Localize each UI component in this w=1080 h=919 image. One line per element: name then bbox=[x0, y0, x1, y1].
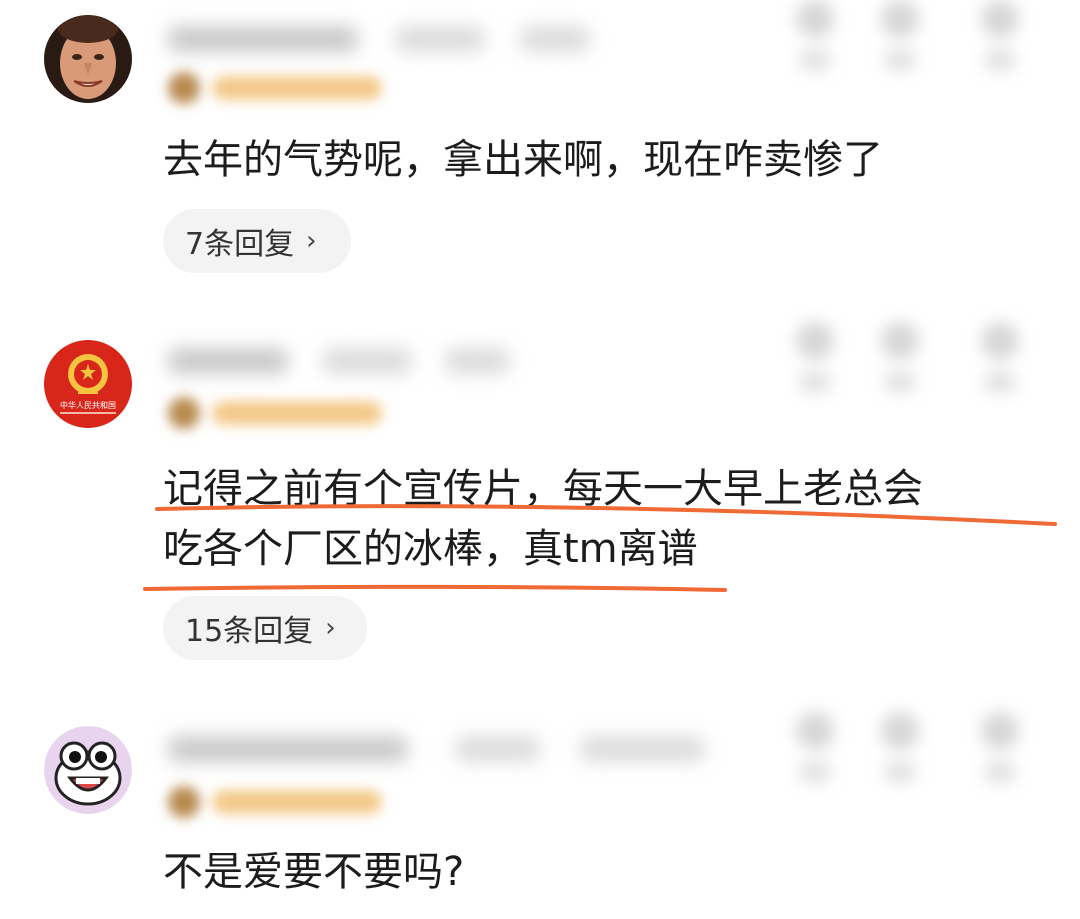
badge-icon bbox=[168, 786, 200, 818]
cartoon-face-avatar-icon bbox=[44, 726, 132, 814]
comment-item: 去年的气势呢，拿出来啊，现在咋卖惨了 7条回复 › bbox=[0, 0, 1080, 300]
face-photo-avatar-icon bbox=[44, 15, 132, 103]
username-blurred[interactable] bbox=[168, 26, 358, 52]
like-action-blurred[interactable] bbox=[975, 322, 1025, 402]
timestamp-blurred bbox=[322, 348, 412, 374]
badge-icon bbox=[168, 397, 200, 429]
dislike-action-blurred[interactable] bbox=[875, 712, 925, 792]
avatar-caption: 中华人民共和国 bbox=[60, 400, 116, 410]
comment-item: 中华人民共和国 记得之前有个宣传片，每天一大早上老总会 吃各个厂区的冰棒，真tm… bbox=[0, 300, 1080, 690]
share-action-blurred[interactable] bbox=[790, 0, 840, 80]
national-emblem-avatar-icon: 中华人民共和国 bbox=[44, 340, 132, 428]
comment-text-line-2: 吃各个厂区的冰棒，真tm离谱 bbox=[163, 526, 698, 572]
share-action-blurred[interactable] bbox=[790, 712, 840, 792]
username-blurred[interactable] bbox=[168, 348, 288, 374]
location-blurred bbox=[520, 26, 590, 52]
comment-text-line-1: 记得之前有个宣传片，每天一大早上老总会 bbox=[163, 466, 923, 512]
location-blurred bbox=[580, 736, 705, 762]
location-blurred bbox=[445, 348, 510, 374]
view-replies-button[interactable]: 15条回复 › bbox=[163, 596, 367, 660]
replies-count-label: 15条回复 bbox=[185, 614, 314, 649]
dislike-action-blurred[interactable] bbox=[875, 0, 925, 80]
timestamp-blurred bbox=[455, 736, 540, 762]
comment-text: 去年的气势呢，拿出来啊，现在咋卖惨了 bbox=[163, 137, 883, 183]
dislike-action-blurred[interactable] bbox=[875, 322, 925, 402]
user-avatar[interactable]: 中华人民共和国 bbox=[44, 340, 132, 428]
chevron-right-icon: › bbox=[306, 226, 317, 256]
badge-icon bbox=[168, 72, 200, 104]
timestamp-blurred bbox=[395, 26, 485, 52]
comment-text: 不是爱要不要吗? bbox=[163, 849, 465, 895]
user-badge-blurred bbox=[168, 397, 398, 429]
user-badge-blurred bbox=[168, 72, 398, 104]
user-badge-blurred bbox=[168, 786, 398, 818]
user-avatar[interactable] bbox=[44, 15, 132, 103]
like-action-blurred[interactable] bbox=[975, 712, 1025, 792]
view-replies-button[interactable]: 7条回复 › bbox=[163, 209, 351, 273]
comment-item: 不是爱要不要吗? bbox=[0, 690, 1080, 919]
user-avatar[interactable] bbox=[44, 726, 132, 814]
chevron-right-icon: › bbox=[325, 613, 336, 643]
replies-count-label: 7条回复 bbox=[185, 227, 295, 262]
username-blurred[interactable] bbox=[168, 736, 408, 762]
share-action-blurred[interactable] bbox=[790, 322, 840, 402]
like-action-blurred[interactable] bbox=[975, 0, 1025, 80]
